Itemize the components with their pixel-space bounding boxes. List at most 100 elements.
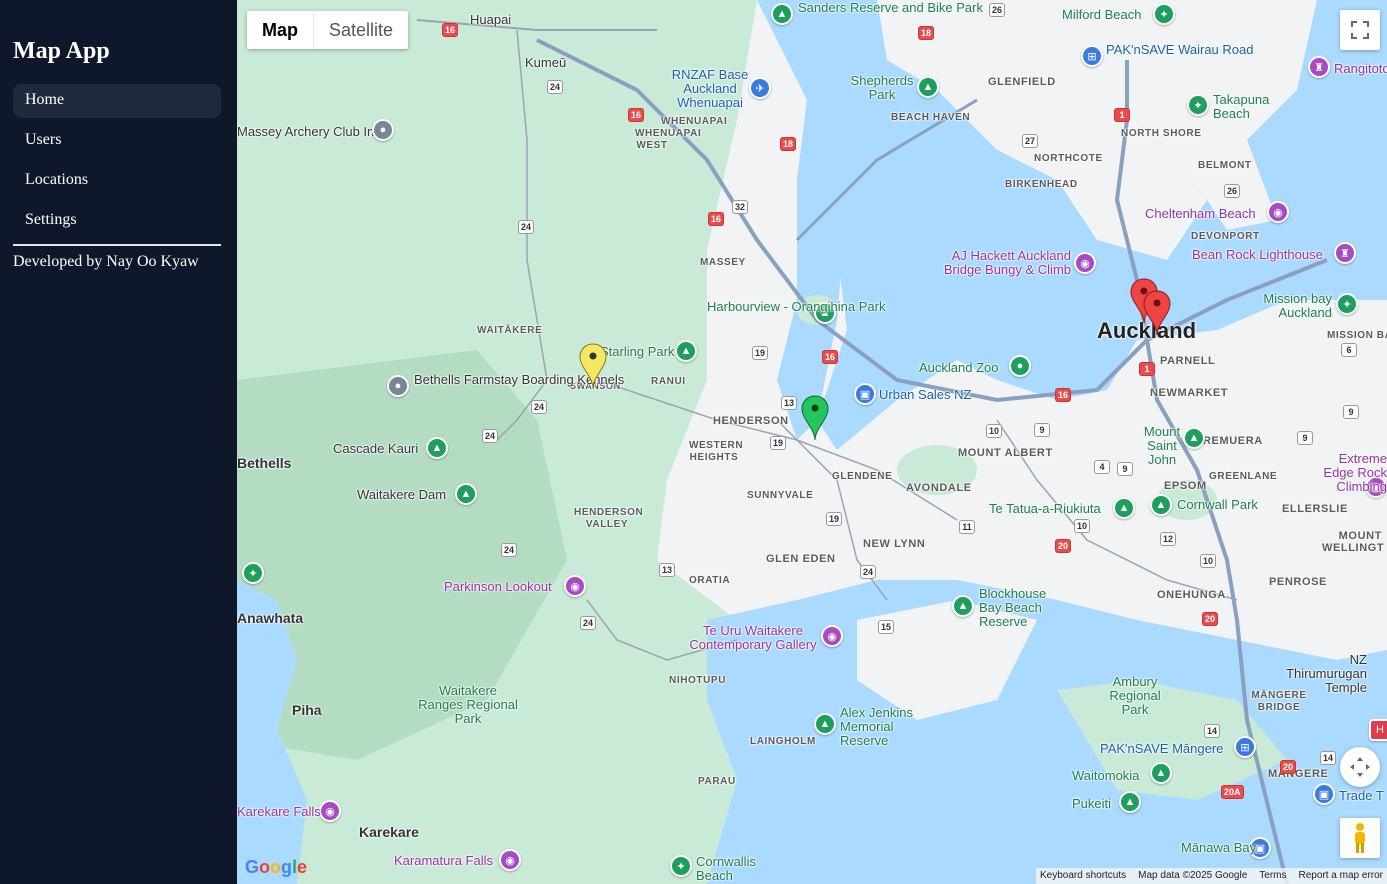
- sidebar-nav: Home Users Locations Settings: [13, 84, 221, 238]
- label-takapuna-beach: Takapuna Beach: [1213, 92, 1270, 121]
- tree-icon[interactable]: ▲: [1150, 494, 1172, 516]
- beach-icon[interactable]: ✦: [1336, 293, 1358, 315]
- map-data-credit: Map data ©2025 Google: [1138, 870, 1248, 881]
- sidebar-item-home[interactable]: Home: [13, 84, 221, 118]
- lock-pin-icon[interactable]: ▣: [1313, 783, 1335, 805]
- label-sanders-reserve: Sanders Reserve and Bike Park: [798, 0, 983, 15]
- label-waitomokia: Waitomokia: [1072, 768, 1140, 783]
- camera-pin-icon[interactable]: ◉: [1267, 201, 1289, 223]
- archery-club-pin-icon[interactable]: ●: [372, 119, 394, 141]
- castle-pin-icon[interactable]: ♜: [1308, 56, 1330, 78]
- label-laingholm: LAINGHOLM: [750, 736, 816, 747]
- google-logo: Google: [245, 857, 308, 877]
- camera-pin-icon[interactable]: ◉: [564, 575, 586, 597]
- shopping-cart-icon[interactable]: ⊞: [1081, 45, 1103, 67]
- camera-pin-icon[interactable]: ◉: [1074, 252, 1096, 274]
- gallery-pin-icon[interactable]: ◉: [821, 625, 843, 647]
- mountain-icon[interactable]: ▲: [1113, 497, 1135, 519]
- keyboard-shortcuts-link[interactable]: Keyboard shortcuts: [1040, 870, 1126, 882]
- label-manawa-bay: Mānawa Bay: [1181, 840, 1257, 855]
- label-trade-tools: Trade T: [1339, 788, 1384, 803]
- tree-icon[interactable]: ▲: [814, 713, 836, 735]
- label-te-uru: Te Uru Waitakere Contemporary Gallery: [689, 623, 817, 652]
- tree-icon[interactable]: ▲: [771, 3, 793, 25]
- tree-icon[interactable]: ▲: [917, 76, 939, 98]
- route-shield: 14: [1204, 724, 1221, 738]
- map-attribution-bar: Keyboard shortcuts Map data ©2025 Google…: [1035, 868, 1387, 884]
- lock-pin-icon[interactable]: ▣: [854, 383, 876, 405]
- label-nihotupu: NIHOTUPU: [669, 675, 727, 686]
- airport-icon[interactable]: ✈: [749, 77, 771, 99]
- app-title: Map App: [13, 38, 110, 64]
- tree-icon[interactable]: ▲: [952, 595, 974, 617]
- beach-icon[interactable]: ✦: [242, 562, 264, 584]
- tree-icon[interactable]: ▲: [426, 437, 448, 459]
- shopping-cart-icon[interactable]: ⊞: [1234, 736, 1256, 758]
- route-shield: 19: [770, 436, 787, 450]
- tree-icon[interactable]: ▲: [675, 340, 697, 362]
- label-blockhouse-bay: Blockhouse Bay Beach Reserve: [979, 586, 1047, 629]
- route-shield: 18: [918, 26, 935, 40]
- route-shield: 13: [659, 563, 676, 577]
- map-type-control: Map Satellite: [247, 11, 409, 49]
- label-cascade-kauri: Cascade Kauri: [333, 441, 419, 456]
- route-shield: 26: [1224, 184, 1241, 198]
- label-ambury: Ambury Regional Park: [1109, 674, 1161, 717]
- label-karekare-falls: Karekare Falls: [237, 804, 321, 819]
- report-map-error-link[interactable]: Report a map error: [1299, 870, 1383, 882]
- beach-icon[interactable]: ✦: [1153, 3, 1175, 25]
- route-shield: 9: [1343, 405, 1359, 419]
- label-harbourview: Harbourview - Orangihina Park: [707, 299, 886, 314]
- zoo-icon[interactable]: ●: [1009, 355, 1031, 377]
- label-ellerslie: ELLERSLIE: [1282, 503, 1348, 515]
- street-view-pegman-button[interactable]: [1340, 818, 1380, 858]
- mountain-icon[interactable]: ▲: [1119, 791, 1141, 813]
- tree-icon[interactable]: ▲: [455, 483, 477, 505]
- map-type-map-button[interactable]: Map: [247, 11, 314, 49]
- beach-icon[interactable]: ✦: [1187, 94, 1209, 116]
- label-epsom: EPSOM: [1164, 480, 1207, 492]
- route-shield: 10: [986, 424, 1003, 438]
- map-type-satellite-button[interactable]: Satellite: [314, 11, 408, 49]
- label-glenfield: GLENFIELD: [988, 76, 1056, 88]
- map-marker-green[interactable]: [801, 395, 829, 441]
- sidebar-footer: Developed by Nay Oo Kyaw: [13, 253, 199, 270]
- route-shield: 19: [752, 346, 769, 360]
- label-waitakere: WAITĀKERE: [477, 325, 543, 336]
- beach-icon[interactable]: ✦: [670, 855, 692, 877]
- label-rangitoto: Rangitoto: [1334, 61, 1387, 76]
- route-shield: 26: [989, 3, 1006, 17]
- camera-control-icon: [1350, 757, 1370, 777]
- sidebar-item-settings[interactable]: Settings: [13, 204, 221, 238]
- fullscreen-button[interactable]: [1340, 10, 1380, 50]
- map-canvas[interactable]: Huapai Kumeū RNZAF Base Auckland Whenuap…: [237, 0, 1387, 884]
- sidebar-item-locations[interactable]: Locations: [13, 164, 221, 198]
- label-henderson-valley: HENDERSON VALLEY: [574, 507, 644, 530]
- label-remuera: REMUERA: [1203, 435, 1263, 447]
- camera-pin-icon[interactable]: ◉: [499, 849, 521, 871]
- route-shield: 24: [531, 400, 548, 414]
- castle-pin-icon[interactable]: ♜: [1334, 242, 1356, 264]
- label-thirumurugan: NZ Thirumurugan Temple: [1286, 652, 1367, 695]
- route-shield: 18: [780, 137, 797, 151]
- label-milford-beach: Milford Beach: [1062, 7, 1142, 22]
- route-shield: 9: [1034, 423, 1050, 437]
- label-mission-bay-sub: MISSION BAY: [1327, 330, 1387, 341]
- kennels-pin-icon[interactable]: ●: [387, 375, 409, 397]
- map-marker-yellow[interactable]: [579, 343, 607, 389]
- camera-pin-icon[interactable]: ◉: [319, 800, 341, 822]
- route-shield: 10: [1200, 554, 1217, 568]
- label-mount-albert: MOUNT ALBERT: [958, 447, 1053, 459]
- map-marker-red[interactable]: [1143, 290, 1171, 336]
- label-huapai: Huapai: [470, 12, 512, 27]
- hospital-icon[interactable]: H: [1369, 719, 1387, 741]
- sidebar-item-users[interactable]: Users: [13, 124, 221, 158]
- camera-control-button[interactable]: [1340, 747, 1380, 787]
- label-newmarket: NEWMARKET: [1150, 387, 1229, 399]
- terms-link[interactable]: Terms: [1259, 870, 1286, 882]
- label-henderson: HENDERSON: [713, 415, 789, 427]
- label-karamatura: Karamatura Falls: [394, 853, 493, 868]
- route-shield: 20: [1280, 760, 1297, 774]
- mountain-icon[interactable]: ▲: [1150, 762, 1172, 784]
- label-northcote: NORTHCOTE: [1034, 153, 1103, 164]
